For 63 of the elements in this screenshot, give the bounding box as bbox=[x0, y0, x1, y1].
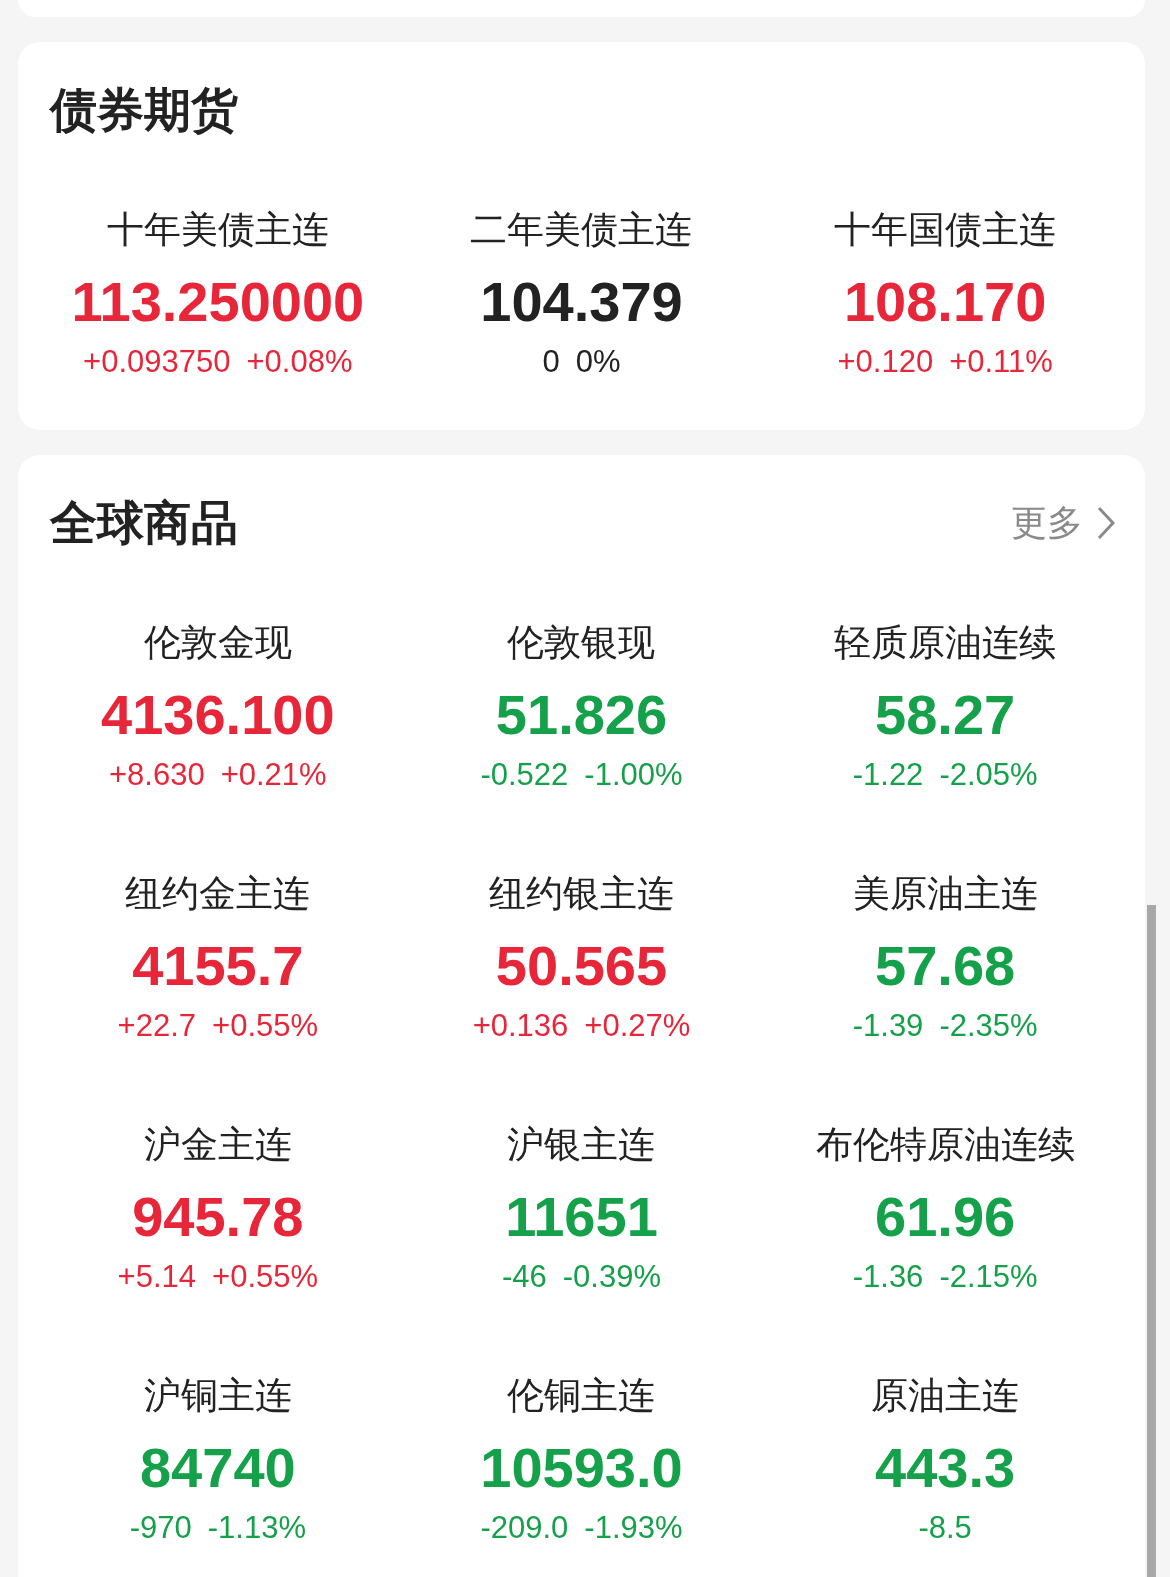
percent-change: -1.93% bbox=[584, 1509, 683, 1547]
price-change: +0.120 bbox=[837, 343, 934, 381]
instrument-name: 伦铜主连 bbox=[507, 1374, 656, 1418]
price-value: 443.3 bbox=[875, 1435, 1016, 1501]
section-title: 债券期货 bbox=[50, 80, 238, 139]
percent-change: +0.08% bbox=[246, 343, 353, 381]
price-value: 11651 bbox=[505, 1184, 658, 1250]
percent-change: +0.27% bbox=[584, 1007, 691, 1045]
price-change: -970 bbox=[129, 1509, 192, 1547]
price-value: 58.27 bbox=[875, 682, 1016, 748]
instrument-name: 沪银主连 bbox=[507, 1123, 656, 1167]
percent-change: +0.55% bbox=[212, 1258, 319, 1296]
price-change: -1.22 bbox=[852, 756, 924, 794]
instrument-name: 十年美债主连 bbox=[106, 208, 329, 252]
percent-change: -1.13% bbox=[207, 1509, 306, 1547]
percent-change: +0.21% bbox=[220, 756, 327, 794]
instrument-name: 布伦特原油连续 bbox=[815, 1123, 1075, 1167]
percent-change: -2.15% bbox=[939, 1258, 1038, 1296]
price-change: +0.136 bbox=[472, 1007, 569, 1045]
percent-change: +0.11% bbox=[949, 343, 1053, 381]
chevron-right-icon bbox=[1097, 506, 1115, 540]
percent-change: -2.35% bbox=[939, 1007, 1038, 1045]
instrument-name: 二年美债主连 bbox=[470, 208, 693, 252]
price-value: 945.78 bbox=[132, 1184, 304, 1250]
price-value: 57.68 bbox=[875, 933, 1016, 999]
percent-change: +0.55% bbox=[212, 1007, 319, 1045]
percent-change: 0% bbox=[575, 343, 621, 381]
price-value: 51.826 bbox=[495, 682, 668, 748]
instrument-name: 伦敦金现 bbox=[143, 621, 292, 665]
price-change: -1.39 bbox=[852, 1007, 924, 1045]
price-change: -8.5 bbox=[918, 1509, 972, 1547]
price-change: +5.14 bbox=[117, 1258, 197, 1296]
price-value: 104.379 bbox=[480, 269, 683, 335]
price-change: +0.093750 bbox=[83, 343, 231, 381]
percent-change: -1.00% bbox=[584, 756, 683, 794]
instrument-name: 纽约金主连 bbox=[125, 872, 311, 916]
price-value: 113.250000 bbox=[71, 269, 365, 335]
price-change: -209.0 bbox=[480, 1509, 569, 1547]
more-link[interactable]: 更多 bbox=[1011, 498, 1115, 548]
instrument-name: 沪铜主连 bbox=[143, 1374, 292, 1418]
section-title: 全球商品 bbox=[50, 493, 238, 552]
instrument-name: 纽约银主连 bbox=[489, 872, 674, 916]
price-change: 0 bbox=[542, 343, 560, 381]
instrument-name: 轻质原油连续 bbox=[834, 621, 1057, 665]
price-value: 84740 bbox=[139, 1435, 296, 1501]
price-value: 61.96 bbox=[875, 1184, 1016, 1250]
instrument-name: 十年国债主连 bbox=[834, 208, 1057, 252]
price-change: +8.630 bbox=[108, 756, 205, 794]
percent-change: -2.05% bbox=[939, 756, 1038, 794]
price-change: -0.522 bbox=[480, 756, 569, 794]
instrument-name: 美原油主连 bbox=[852, 872, 1038, 916]
price-change: +22.7 bbox=[117, 1007, 197, 1045]
price-change: -46 bbox=[501, 1258, 547, 1296]
price-value: 4155.7 bbox=[132, 933, 304, 999]
price-value: 4136.100 bbox=[101, 682, 335, 748]
price-value: 50.565 bbox=[495, 933, 668, 999]
instrument-name: 原油主连 bbox=[871, 1374, 1020, 1418]
percent-change: -0.39% bbox=[562, 1258, 661, 1296]
instrument-name: 伦敦银现 bbox=[507, 621, 656, 665]
price-change: -1.36 bbox=[852, 1258, 924, 1296]
price-value: 10593.0 bbox=[480, 1435, 683, 1501]
instrument-name: 沪金主连 bbox=[143, 1123, 292, 1167]
price-value: 108.170 bbox=[843, 269, 1047, 335]
